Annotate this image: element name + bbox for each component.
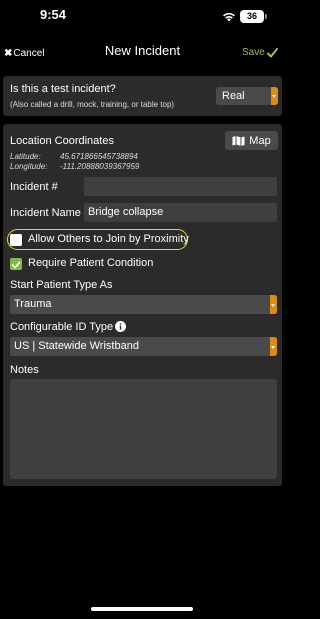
test-incident-panel: Is this a test incident? (Also called a … bbox=[3, 76, 282, 116]
longitude-value: -111.20888039367959 bbox=[60, 162, 140, 171]
status-time: 9:54 bbox=[40, 7, 67, 22]
checkmark-icon bbox=[266, 47, 278, 57]
require-condition-label: Require Patient Condition bbox=[28, 257, 154, 269]
map-button[interactable]: Map bbox=[225, 131, 278, 150]
latitude-value: 45.671866545738894 bbox=[60, 152, 138, 161]
patient-type-select[interactable]: Trauma bbox=[10, 295, 277, 314]
notes-textarea[interactable] bbox=[10, 379, 277, 479]
allow-join-checkbox[interactable] bbox=[10, 234, 22, 246]
status-bar: 9:54 36 bbox=[0, 0, 285, 36]
map-label: Map bbox=[249, 134, 271, 147]
chevron-down-icon bbox=[271, 87, 278, 105]
save-button[interactable]: Save bbox=[242, 47, 278, 58]
test-incident-question: Is this a test incident? bbox=[10, 83, 116, 95]
id-type-select[interactable]: US | Statewide Wristband bbox=[10, 337, 277, 356]
battery-nub bbox=[265, 14, 267, 19]
home-indicator[interactable] bbox=[91, 607, 193, 611]
test-incident-hint: (Also called a drill, mock, training, or… bbox=[10, 100, 175, 109]
patient-type-value: Trauma bbox=[14, 298, 52, 310]
incident-form-panel: Location Coordinates Map Latitude: 45.67… bbox=[3, 124, 282, 486]
incident-number-input[interactable] bbox=[84, 177, 277, 196]
test-incident-select[interactable]: Real bbox=[216, 87, 278, 105]
battery-icon: 36 bbox=[240, 10, 264, 23]
longitude-label: Longitude: bbox=[10, 162, 48, 171]
require-condition-checkbox[interactable] bbox=[10, 258, 22, 270]
info-icon[interactable] bbox=[115, 321, 126, 332]
incident-name-label: Incident Name bbox=[10, 207, 81, 219]
location-heading: Location Coordinates bbox=[10, 135, 114, 147]
save-label: Save bbox=[242, 47, 265, 58]
wifi-icon bbox=[223, 12, 235, 22]
notes-label: Notes bbox=[10, 364, 39, 376]
latitude-label: Latitude: bbox=[10, 152, 41, 161]
test-incident-value: Real bbox=[222, 90, 245, 102]
id-type-label: Configurable ID Type bbox=[10, 321, 114, 333]
patient-type-label: Start Patient Type As bbox=[10, 279, 113, 291]
checkmark-icon bbox=[11, 261, 21, 269]
map-icon bbox=[232, 136, 245, 146]
id-type-value: US | Statewide Wristband bbox=[14, 340, 139, 352]
allow-join-label: Allow Others to Join by Proximity bbox=[28, 233, 189, 245]
incident-name-input[interactable]: Bridge collapse bbox=[84, 203, 277, 222]
incident-number-label: Incident # bbox=[10, 181, 58, 193]
nav-bar: ✖ Cancel New Incident Save bbox=[0, 36, 285, 70]
chevron-down-icon bbox=[270, 337, 277, 356]
chevron-down-icon bbox=[270, 295, 277, 314]
